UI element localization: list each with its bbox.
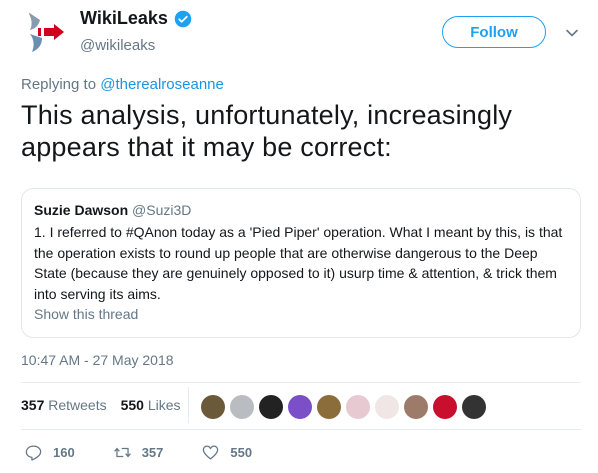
retweets-stat[interactable]: 357 Retweets [21, 397, 107, 413]
like-count: 550 [230, 445, 253, 460]
divider [21, 382, 581, 383]
tweet-text: This analysis, unfortunately, increasing… [21, 100, 513, 162]
divider [188, 387, 189, 423]
liker-avatar[interactable] [259, 395, 283, 419]
reply-action[interactable]: 160 [24, 443, 75, 462]
follow-button[interactable]: Follow [442, 16, 546, 48]
action-bar: 160 357 550 [24, 443, 290, 462]
heart-icon [203, 445, 219, 460]
reply-count: 160 [53, 445, 75, 460]
likes-stat[interactable]: 550 Likes [121, 397, 181, 413]
likers-avatars [201, 395, 486, 419]
quoted-author-handle: @Suzi3D [132, 202, 192, 218]
mention-link[interactable]: @therealroseanne [100, 76, 224, 93]
liker-avatar[interactable] [433, 395, 457, 419]
chevron-down-icon[interactable] [565, 26, 579, 40]
liker-avatar[interactable] [346, 395, 370, 419]
quoted-author[interactable]: Suzie Dawson @Suzi3D [34, 202, 191, 218]
retweet-action[interactable]: 357 [113, 443, 164, 462]
liker-avatar[interactable] [375, 395, 399, 419]
liker-avatar[interactable] [404, 395, 428, 419]
show-thread-link[interactable]: Show this thread [34, 306, 138, 322]
replying-to: Replying to @therealroseanne [21, 76, 224, 93]
liker-avatar[interactable] [230, 395, 254, 419]
author-name-row[interactable]: WikiLeaks [80, 8, 192, 29]
liker-avatar[interactable] [317, 395, 341, 419]
avatar[interactable] [20, 8, 68, 56]
retweet-count: 357 [141, 445, 164, 460]
author-name[interactable]: WikiLeaks [80, 8, 168, 29]
replying-to-prefix: Replying to [21, 76, 97, 93]
quoted-text: 1. I referred to #QAnon today as a 'Pied… [34, 224, 563, 302]
timestamp[interactable]: 10:47 AM - 27 May 2018 [21, 352, 174, 368]
author-handle[interactable]: @wikileaks [80, 37, 155, 54]
reply-icon [25, 445, 42, 461]
stats-row: 357 Retweets 550 Likes [21, 397, 181, 413]
liker-avatar[interactable] [462, 395, 486, 419]
liker-avatar[interactable] [288, 395, 312, 419]
wikileaks-logo-icon [20, 8, 68, 56]
divider [21, 429, 581, 430]
liker-avatar[interactable] [201, 395, 225, 419]
quoted-author-name: Suzie Dawson [34, 202, 129, 218]
verified-badge-icon [174, 10, 192, 27]
like-action[interactable]: 550 [201, 443, 252, 462]
retweet-icon [113, 447, 131, 458]
